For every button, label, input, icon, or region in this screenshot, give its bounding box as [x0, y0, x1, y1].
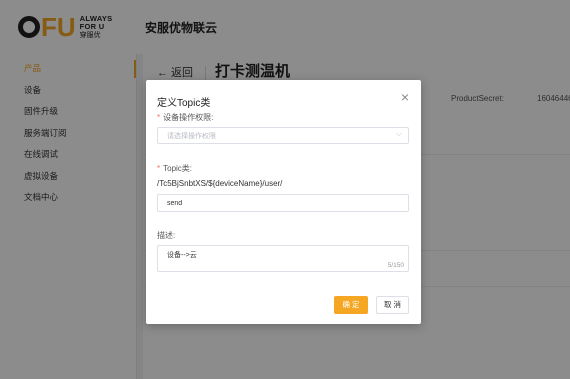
confirm-button[interactable]: 确 定: [334, 296, 368, 314]
description-textarea[interactable]: 设备-->云 5/150: [157, 245, 409, 272]
permission-label-text: 设备操作权限:: [163, 113, 214, 122]
topic-prefix: /Tc5BjSnbtXS/${deviceName}/user/: [157, 179, 283, 188]
char-counter: 5/150: [387, 262, 404, 269]
topic-input[interactable]: [157, 194, 409, 212]
topic-label: * Topic类:: [157, 163, 192, 174]
required-mark: *: [157, 164, 161, 173]
define-topic-dialog: 定义Topic类 × * 设备操作权限: 请选择操作权限 ⌵ * Topic类: /…: [146, 80, 421, 324]
description-text: 设备-->云: [167, 252, 197, 259]
permission-select[interactable]: 请选择操作权限 ⌵: [157, 127, 409, 144]
cancel-button[interactable]: 取 消: [376, 296, 409, 314]
permission-select-placeholder: 请选择操作权限: [167, 133, 216, 140]
description-label: 描述:: [157, 231, 176, 240]
topic-label-text: Topic类:: [163, 164, 193, 173]
close-icon[interactable]: ×: [401, 89, 409, 105]
permission-label: * 设备操作权限:: [157, 112, 213, 123]
chevron-down-icon: ⌵: [395, 129, 402, 138]
dialog-title: 定义Topic类: [157, 98, 211, 109]
required-mark: *: [157, 113, 161, 122]
